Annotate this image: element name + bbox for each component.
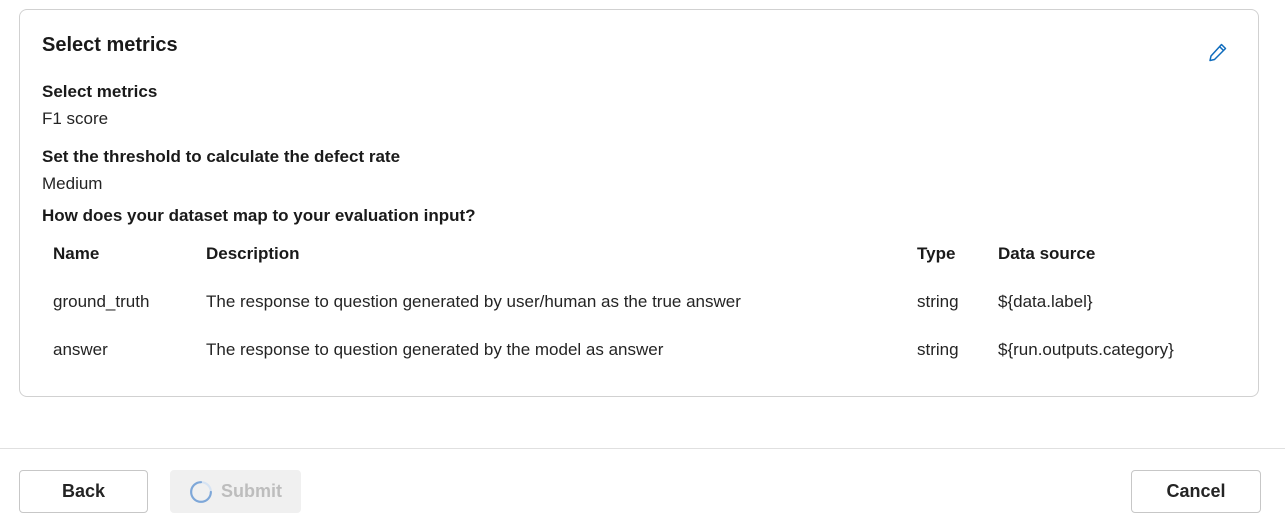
footer-divider <box>0 448 1285 449</box>
column-header-data-source: Data source <box>998 244 1096 263</box>
select-metrics-card: Select metrics Select metrics F1 score S… <box>19 9 1259 397</box>
pencil-icon <box>1209 43 1227 62</box>
cancel-button-label: Cancel <box>1166 481 1226 501</box>
back-button[interactable]: Back <box>19 470 148 513</box>
edit-button[interactable] <box>1204 38 1232 66</box>
row-data-source: ${data.label} <box>998 292 1093 311</box>
table-header-row: Name Description Type Data source <box>42 230 1242 278</box>
mapping-label: How does your dataset map to your evalua… <box>42 206 476 225</box>
threshold-value: Medium <box>42 174 103 193</box>
metrics-value: F1 score <box>42 109 109 128</box>
row-name: answer <box>53 340 108 359</box>
cancel-button[interactable]: Cancel <box>1131 470 1261 513</box>
column-header-description: Description <box>206 244 300 263</box>
row-data-source: ${run.outputs.category} <box>998 340 1174 359</box>
row-type: string <box>917 340 959 359</box>
card-title: Select metrics <box>42 34 178 56</box>
back-button-label: Back <box>61 481 106 501</box>
column-header-type: Type <box>917 244 956 263</box>
row-type: string <box>917 292 959 311</box>
threshold-label: Set the threshold to calculate the defec… <box>42 147 401 166</box>
submit-button-label: Submit <box>221 481 282 501</box>
row-name: ground_truth <box>53 292 150 311</box>
row-description: The response to question generated by us… <box>206 292 741 311</box>
table-row: ground_truth The response to question ge… <box>42 278 1242 326</box>
row-description: The response to question generated by th… <box>206 340 664 359</box>
table-row: answer The response to question generate… <box>42 326 1242 374</box>
column-header-name: Name <box>53 244 100 263</box>
spinner-icon <box>190 480 212 503</box>
input-mapping-table: Name Description Type Data source ground… <box>42 230 1242 374</box>
metrics-label: Select metrics <box>42 82 158 101</box>
submit-button[interactable]: Submit <box>170 470 301 513</box>
